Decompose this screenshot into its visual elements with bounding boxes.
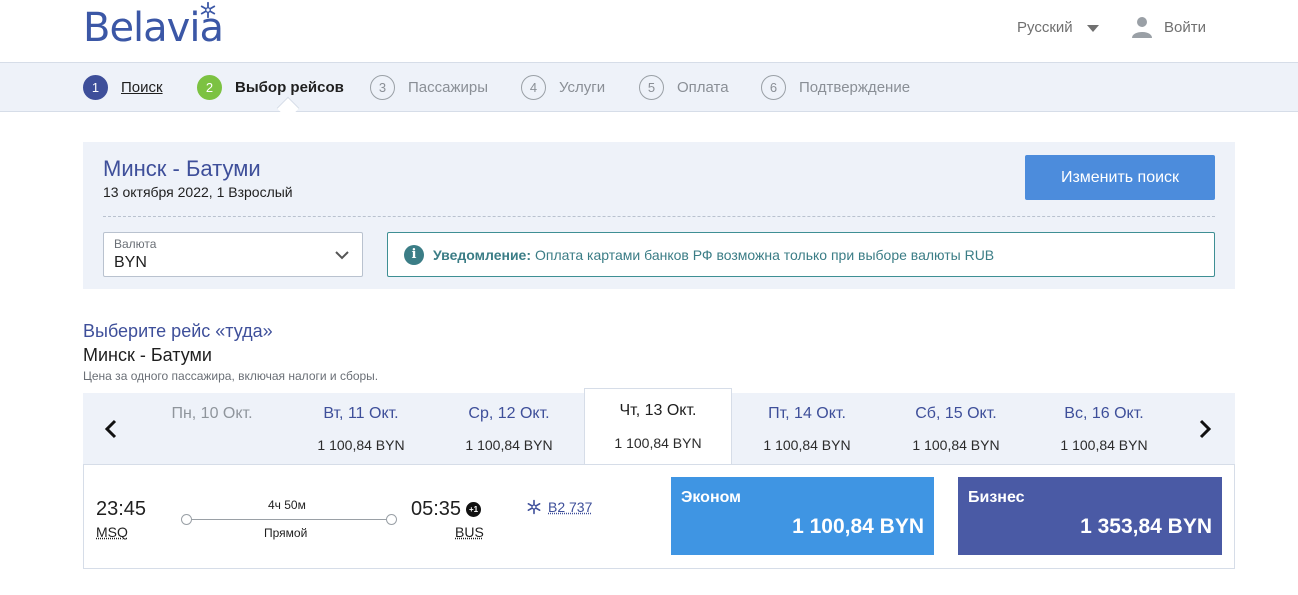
- date-price: 1 100,84 BYN: [614, 435, 702, 451]
- date-label: Пт, 14 Окт.: [768, 405, 846, 422]
- date-tab-sun-16[interactable]: Вс, 16 Окт. 1 100,84 BYN: [1030, 393, 1178, 464]
- fare-price: 1 100,84 BYN: [792, 515, 924, 538]
- destination-dot: [386, 514, 397, 525]
- search-summary: Минск - Батуми 13 октября 2022, 1 Взросл…: [83, 142, 1235, 289]
- step-number: 6: [761, 75, 786, 100]
- arrival-airport-code[interactable]: BUS: [455, 524, 484, 540]
- stops-label: Прямой: [264, 526, 308, 540]
- site-header: Belavia Русский Войти: [0, 0, 1298, 62]
- flight-duration: 4ч 50м: [268, 498, 306, 512]
- date-price: 1 100,84 BYN: [465, 437, 553, 453]
- next-day-badge: +1: [466, 502, 481, 517]
- date-price: 1 100,84 BYN: [317, 437, 405, 453]
- outbound-route: Минск - Батуми: [83, 345, 212, 365]
- login-button[interactable]: Войти: [1130, 15, 1206, 39]
- outbound-heading: Выберите рейс «туда»: [83, 321, 273, 341]
- caret-down-icon: [1086, 25, 1099, 32]
- step-number: 2: [197, 75, 222, 100]
- step-flight-selection: 2 Выбор рейсов: [197, 75, 344, 100]
- belavia-snowflake-icon: [527, 499, 541, 515]
- flight-row: 23:45 MSQ 4ч 50м Прямой 05:35 +1 BUS B2 …: [83, 464, 1235, 569]
- fare-price: 1 353,84 BYN: [1080, 515, 1212, 538]
- date-tab-mon-10: Пн, 10 Окт.: [138, 393, 286, 464]
- step-label: Пассажиры: [408, 79, 489, 96]
- payment-notice: i Уведомление: Оплата картами банков РФ …: [387, 232, 1215, 277]
- date-label: Ср, 12 Окт.: [468, 405, 550, 422]
- step-label: Поиск: [121, 79, 163, 96]
- step-label: Подтверждение: [799, 79, 911, 96]
- flight-number: B2 737: [548, 499, 593, 515]
- date-price: 1 100,84 BYN: [763, 437, 851, 453]
- step-label: Оплата: [677, 79, 729, 96]
- snowflake-icon: [200, 1, 216, 19]
- currency-select[interactable]: Валюта BYN: [103, 232, 363, 277]
- fare-class-name: Бизнес: [968, 489, 1025, 506]
- chevron-right-icon[interactable]: [1195, 417, 1215, 441]
- date-price: 1 100,84 BYN: [1060, 437, 1148, 453]
- business-fare-button[interactable]: Бизнес 1 353,84 BYN: [958, 477, 1222, 555]
- date-tab-tue-11[interactable]: Вт, 11 Окт. 1 100,84 BYN: [287, 393, 435, 464]
- chevron-left-icon[interactable]: [101, 417, 121, 441]
- step-label: Выбор рейсов: [235, 79, 344, 96]
- info-icon: i: [404, 244, 424, 265]
- date-label: Пн, 10 Окт.: [171, 405, 253, 422]
- step-services: 4 Услуги: [521, 75, 605, 100]
- route-line: [186, 519, 392, 520]
- date-tab-sat-15[interactable]: Сб, 15 Окт. 1 100,84 BYN: [882, 393, 1030, 464]
- step-number: 5: [639, 75, 664, 100]
- step-label: Услуги: [559, 79, 606, 96]
- notice-title: Уведомление:: [433, 246, 531, 263]
- route-title: Минск - Батуми: [103, 156, 261, 181]
- step-search[interactable]: 1 Поиск: [83, 75, 163, 100]
- origin-dot: [181, 514, 192, 525]
- departure-airport-code[interactable]: MSQ: [96, 524, 128, 540]
- booking-steps: 1 Поиск 2 Выбор рейсов 3 Пассажиры 4 Усл…: [0, 62, 1298, 112]
- date-label: Вс, 16 Окт.: [1064, 405, 1144, 422]
- departure-time: 23:45: [96, 498, 147, 520]
- divider: [103, 216, 1215, 217]
- change-search-button[interactable]: Изменить поиск: [1025, 155, 1215, 200]
- flight-number-link[interactable]: B2 737: [526, 499, 592, 515]
- arrival-time: 05:35: [411, 498, 462, 520]
- date-tab-thu-13[interactable]: Чт, 13 Окт. 1 100,84 BYN: [584, 388, 732, 465]
- date-label: Вт, 11 Окт.: [323, 405, 399, 422]
- language-label: Русский: [1017, 19, 1073, 36]
- step-payment: 5 Оплата: [639, 75, 729, 100]
- step-number: 1: [83, 75, 108, 100]
- route-details: 13 октября 2022, 1 Взрослый: [103, 184, 293, 200]
- date-tab-fri-14[interactable]: Пт, 14 Окт. 1 100,84 BYN: [733, 393, 881, 464]
- belavia-logo[interactable]: Belavia: [83, 1, 224, 52]
- date-label: Чт, 13 Окт.: [619, 402, 697, 419]
- currency-value: BYN: [114, 254, 147, 271]
- user-icon: [1132, 17, 1152, 38]
- step-passengers: 3 Пассажиры: [370, 75, 488, 100]
- economy-fare-button[interactable]: Эконом 1 100,84 BYN: [671, 477, 934, 555]
- step-number: 4: [521, 75, 546, 100]
- price-note: Цена за одного пассажира, включая налоги…: [83, 369, 379, 383]
- language-selector[interactable]: Русский: [1017, 19, 1099, 36]
- login-label: Войти: [1164, 18, 1206, 36]
- chevron-down-icon: [335, 251, 349, 260]
- fare-class-name: Эконом: [681, 489, 742, 506]
- date-tab-wed-12[interactable]: Ср, 12 Окт. 1 100,84 BYN: [435, 393, 583, 464]
- date-price: 1 100,84 BYN: [912, 437, 1000, 453]
- notice-text: Оплата картами банков РФ возможна только…: [535, 246, 995, 263]
- step-number: 3: [370, 75, 395, 100]
- currency-caption: Валюта: [114, 237, 157, 251]
- date-carousel: Пн, 10 Окт. Вт, 11 Окт. 1 100,84 BYN Ср,…: [83, 388, 1235, 465]
- date-label: Сб, 15 Окт.: [915, 405, 997, 422]
- step-confirmation: 6 Подтверждение: [761, 75, 910, 100]
